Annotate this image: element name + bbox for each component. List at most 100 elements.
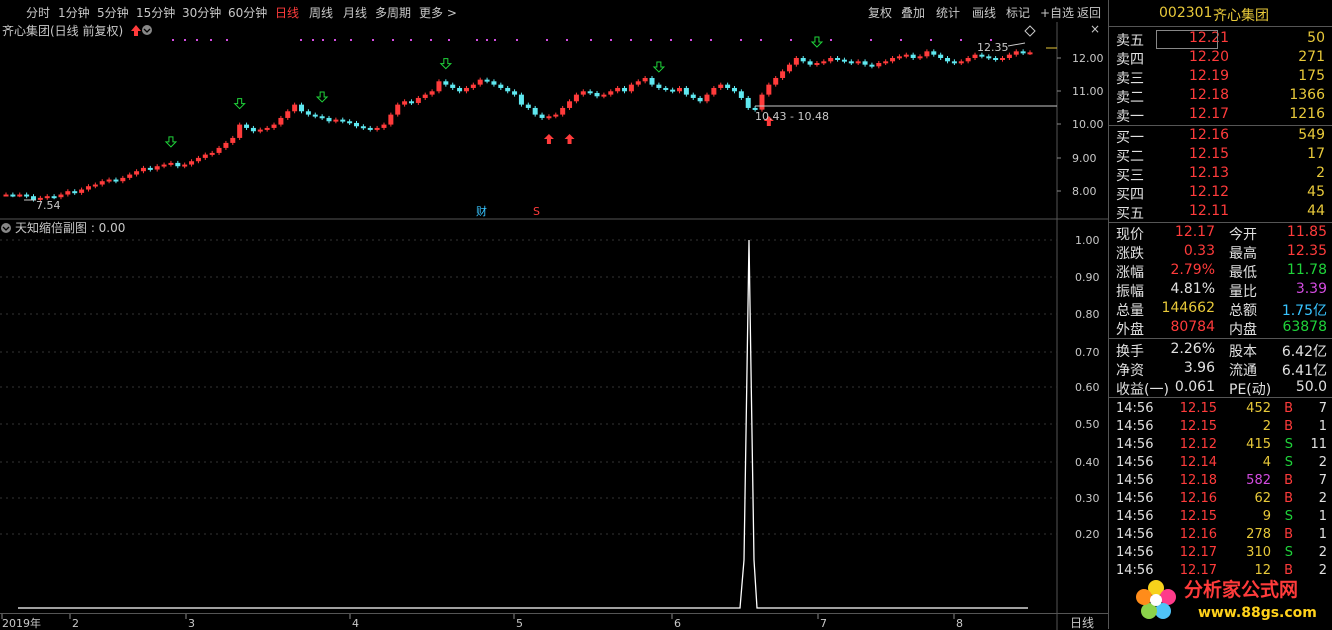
stat-label: 现价 (1116, 227, 1144, 243)
tool-item-3[interactable]: 画线 (972, 4, 996, 21)
candle (622, 87, 628, 92)
candle (450, 84, 456, 88)
stat-label: 量比 (1229, 284, 1257, 300)
trade-volume: 582 (1246, 473, 1271, 488)
watermark-logo: 分析家公式网 www.88gs.com (1136, 578, 1317, 621)
candle (697, 97, 703, 102)
candle (99, 181, 105, 185)
x-tick-label: 2 (72, 617, 79, 630)
candle (285, 111, 291, 118)
bid-volume: 44 (1307, 203, 1325, 219)
candle (759, 94, 765, 110)
candle (257, 129, 263, 132)
trade-row: 14:56 12.15 2 B 1 (1109, 419, 1332, 437)
sub-y-tick-labels: 1.00 0.90 0.80 0.70 0.60 0.50 0.40 0.30 0.20 (0, 234, 1100, 541)
candle (58, 194, 64, 198)
candle (44, 196, 50, 199)
fund-label: 股本 (1229, 344, 1257, 360)
buy-signal-arrow-icon (564, 134, 575, 144)
candle (518, 94, 524, 105)
menu-item-7[interactable]: 周线 (309, 4, 333, 21)
candle (92, 184, 98, 187)
trade-row: 14:56 12.14 4 S 2 (1109, 455, 1332, 473)
stat-value: 144662 (1161, 300, 1215, 316)
indicator-subchart[interactable]: 天知缩倍副图 : 0.00 1.00 0.90 0.80 0.70 0.60 0.50 0.… (0, 220, 1108, 613)
trade-time: 14:56 (1116, 401, 1154, 416)
bid-row: 买三 12.13 2 (1109, 165, 1332, 184)
candle (580, 91, 586, 95)
candle (931, 51, 937, 55)
bid-price: 12.15 (1189, 146, 1230, 162)
ask-label: 卖一 (1116, 109, 1144, 125)
ask-volume: 50 (1307, 30, 1325, 46)
candle (230, 137, 236, 143)
candle (903, 54, 909, 57)
sub-y-tick-label: 0.90 (1075, 271, 1100, 284)
candle (367, 127, 373, 130)
trade-price: 12.16 (1179, 491, 1217, 506)
ask-volume: 1216 (1289, 106, 1325, 122)
menu-item-1[interactable]: 1分钟 (58, 4, 90, 21)
trade-price: 12.15 (1179, 509, 1217, 524)
trade-time: 14:56 (1116, 491, 1154, 506)
trade-volume: 415 (1246, 437, 1271, 452)
collapse-icon (1, 223, 11, 233)
candle (1006, 54, 1012, 58)
fund-label: 流通 (1229, 363, 1257, 379)
candle (587, 91, 593, 94)
menu-item-5[interactable]: 60分钟 (228, 4, 267, 21)
candle (505, 87, 511, 92)
candle (793, 58, 799, 65)
y-tick-label: 12.00 (1072, 52, 1104, 65)
trade-row: 14:56 12.15 452 B 7 (1109, 401, 1332, 419)
tool-item-4[interactable]: 标记 (1006, 4, 1030, 21)
menu-item-9[interactable]: 多周期 (375, 4, 411, 21)
trade-side: B (1284, 491, 1293, 506)
bid-volume: 2 (1316, 165, 1325, 181)
trade-side: B (1284, 419, 1293, 434)
trade-side: S (1284, 455, 1293, 470)
low-marker: 7.54 (24, 199, 61, 212)
menu-item-0[interactable]: 分时 (26, 4, 50, 21)
trade-side: B (1284, 401, 1293, 416)
candle (134, 171, 140, 175)
menu-item-8[interactable]: 月线 (343, 4, 367, 21)
bid-row: 买四 12.12 45 (1109, 184, 1332, 203)
sell-signal-arrow-icon (652, 61, 666, 73)
tool-item-1[interactable]: 叠加 (901, 4, 925, 21)
candle (649, 77, 655, 85)
tool-item-0[interactable]: 复权 (868, 4, 892, 21)
candle (917, 56, 923, 59)
candle (594, 92, 600, 97)
candle (65, 191, 71, 195)
stat-value: 12.35 (1286, 243, 1327, 259)
trade-row: 14:56 12.16 62 B 2 (1109, 491, 1332, 509)
ask-volume: 1366 (1289, 87, 1325, 103)
menu-item-2[interactable]: 5分钟 (97, 4, 129, 21)
x-tick-label: 4 (352, 617, 359, 630)
candle (278, 117, 284, 125)
menu-item-3[interactable]: 15分钟 (136, 4, 175, 21)
menu-item-6[interactable]: 日线 (275, 4, 299, 21)
menu-item-10[interactable]: 更多 > (419, 4, 457, 21)
candlestick-chart[interactable]: 齐心集团(日线 前复权) 12.00 11.00 10.00 9.00 8.00 7.5… (0, 22, 1108, 220)
candle (250, 127, 256, 132)
trade-price: 12.12 (1179, 437, 1217, 452)
candle (429, 91, 435, 95)
fund-label: PE(动) (1229, 382, 1272, 398)
trade-price: 12.18 (1179, 473, 1217, 488)
ask-row: 卖五 12.21 50 (1109, 30, 1332, 49)
stat-label: 最低 (1229, 265, 1257, 281)
candle (1013, 51, 1019, 55)
candle (195, 157, 201, 162)
tool-item-5[interactable]: +自选 (1040, 4, 1074, 21)
tool-item-2[interactable]: 统计 (936, 4, 960, 21)
y-tick-label: 10.00 (1072, 118, 1104, 131)
candle (855, 61, 861, 64)
candle (786, 64, 792, 72)
x-tick-label: 7 (820, 617, 827, 630)
menu-item-4[interactable]: 30分钟 (182, 4, 221, 21)
tool-item-6[interactable]: 返回 (1077, 4, 1101, 21)
trade-count: 7 (1318, 401, 1327, 416)
trade-volume: 310 (1246, 545, 1271, 560)
